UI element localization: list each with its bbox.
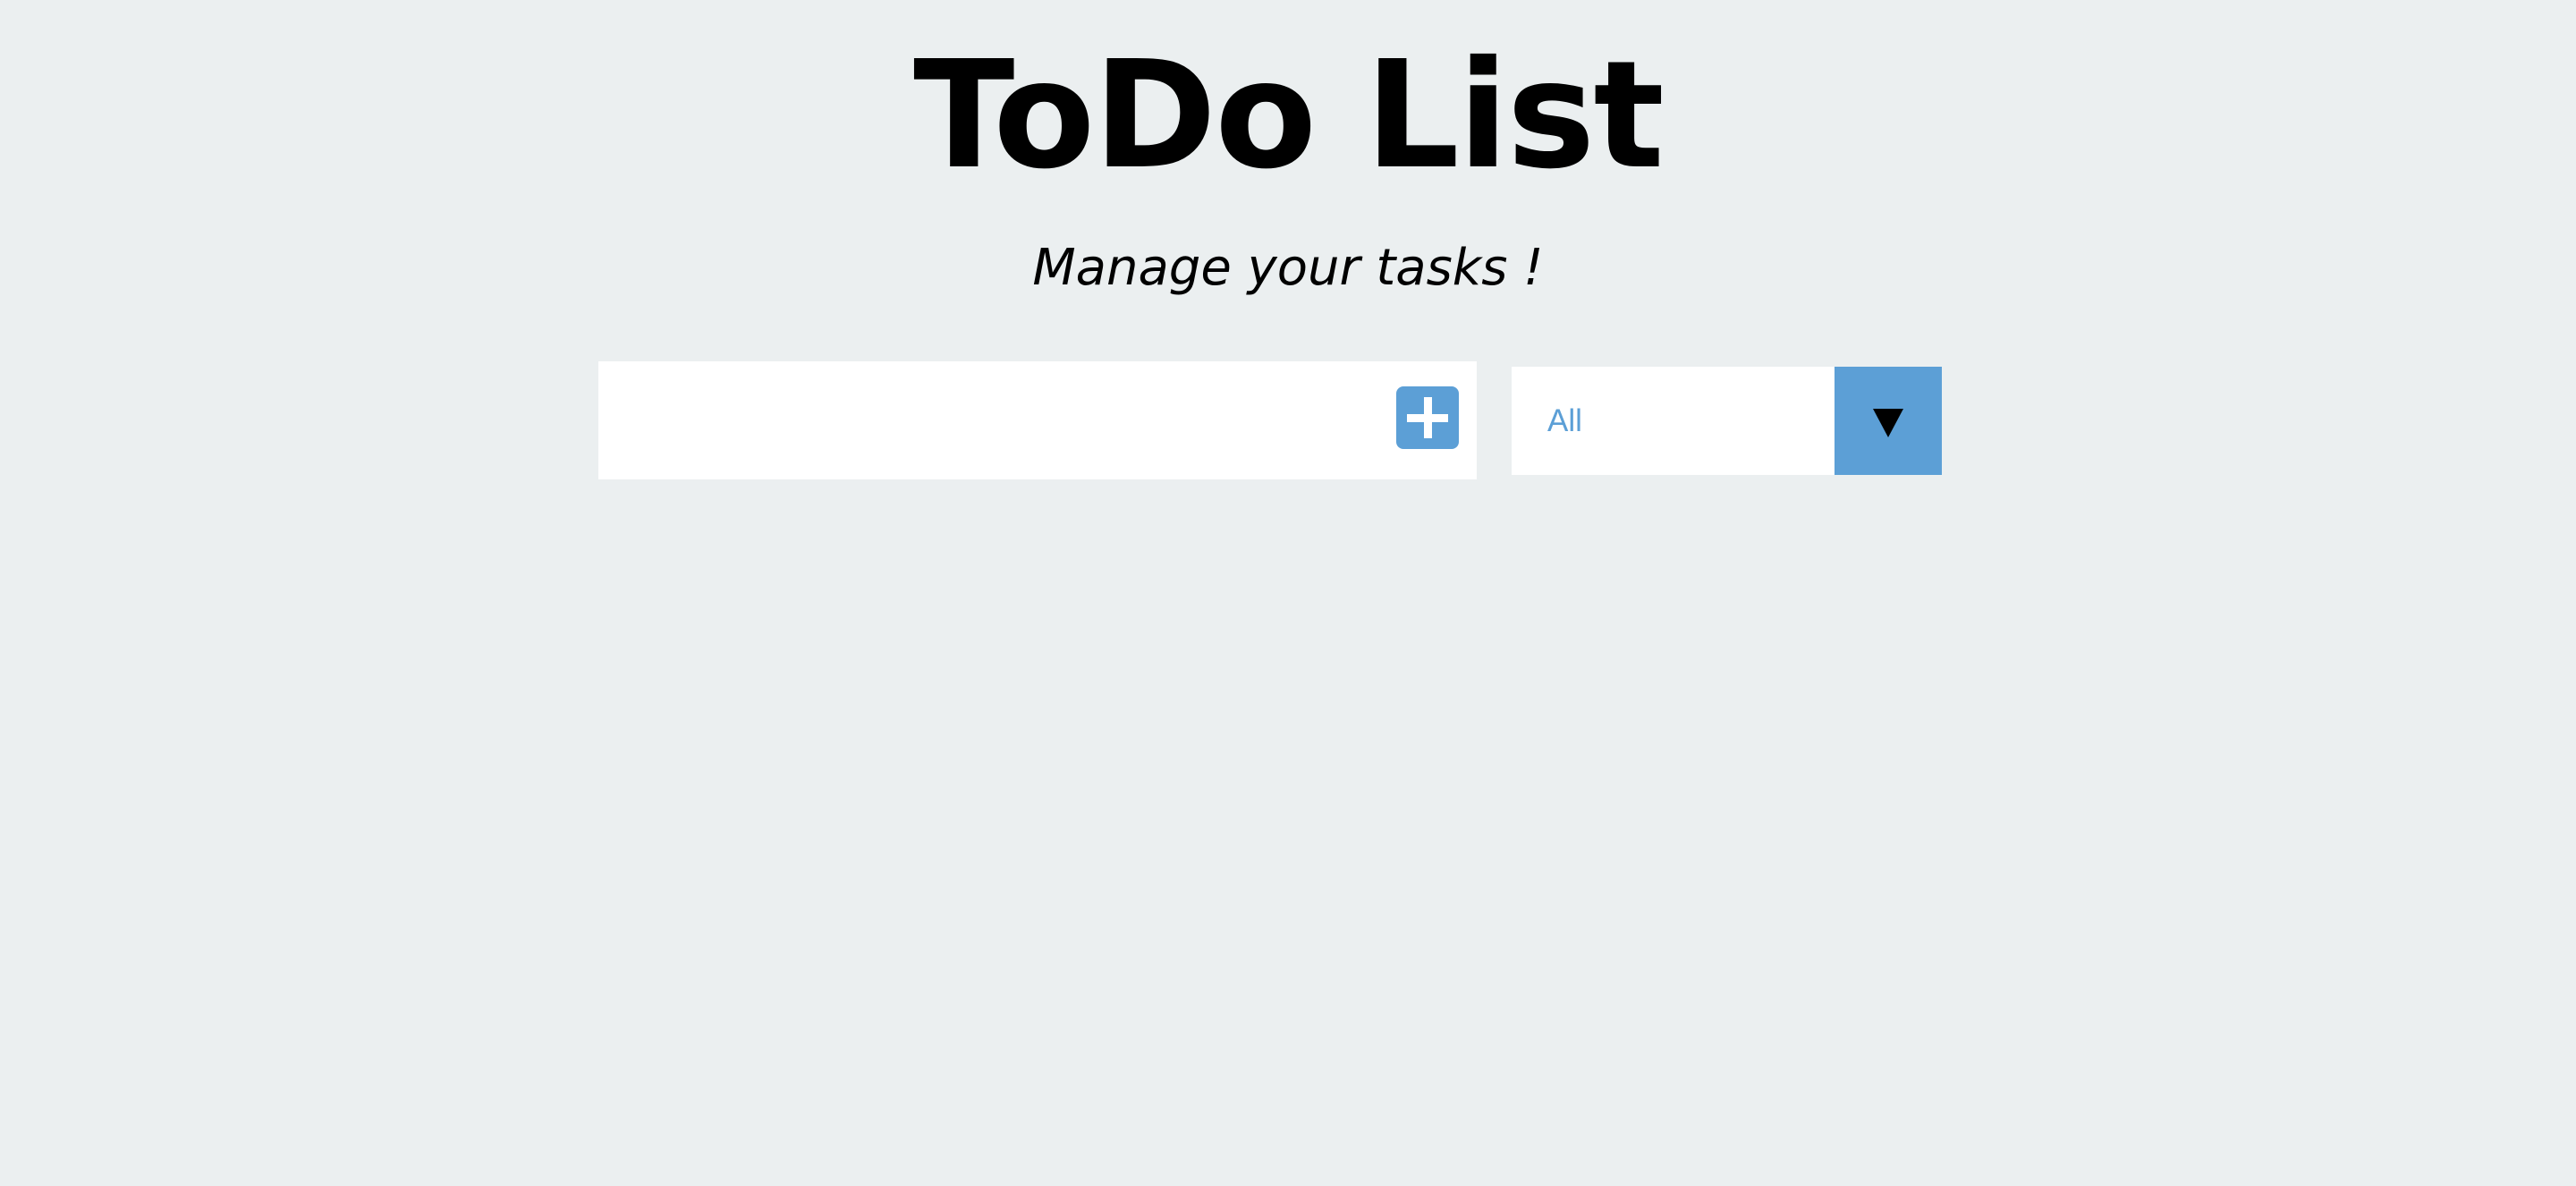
plus-icon	[1396, 386, 1459, 449]
todo-form	[598, 361, 1477, 479]
filter-select[interactable]: All	[1512, 367, 1942, 475]
filter-selected-value: All	[1547, 403, 1582, 438]
todo-input[interactable]	[598, 361, 1368, 479]
add-todo-button[interactable]	[1396, 386, 1459, 449]
filter-dropdown-toggle[interactable]	[1835, 367, 1942, 475]
page-title: ToDo List	[913, 30, 1665, 202]
page-subtitle: Manage your tasks !	[1032, 239, 1544, 297]
caret-down-icon	[1873, 409, 1903, 437]
